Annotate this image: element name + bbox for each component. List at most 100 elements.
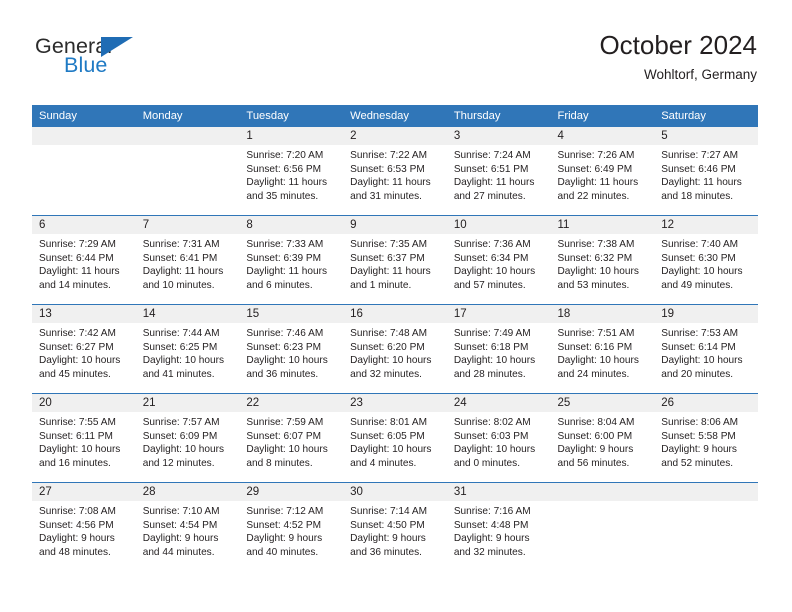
daylight-duration-line1: Daylight: 10 hours: [350, 355, 432, 367]
daylight-duration-line2: and 40 minutes.: [246, 546, 319, 558]
sunrise-time: Sunrise: 7:16 AM: [453, 506, 531, 517]
daylight-duration-line2: and 18 minutes.: [661, 190, 734, 202]
sunset-time: Sunset: 6:39 PM: [246, 252, 322, 264]
calendar-day-cell[interactable]: 4 Sunrise: 7:26 AM Sunset: 6:49 PM Daylight…: [550, 127, 655, 216]
day-cell-inner: [32, 127, 136, 215]
calendar-day-cell[interactable]: 23 Sunrise: 8:01 AM Sunset: 6:05 PM Dayligh…: [343, 393, 447, 483]
weekday-header-tuesday: Tuesday: [239, 105, 344, 127]
daylight-duration-line2: and 36 minutes.: [246, 368, 319, 380]
day-details: Sunrise: 7:35 AM Sunset: 6:37 PM Daylight:…: [343, 234, 447, 292]
calendar-day-cell[interactable]: 13 Sunrise: 7:42 AM Sunset: 6:27 PM Dayligh…: [32, 304, 136, 394]
day-details: Sunrise: 7:31 AM Sunset: 6:41 PM Daylight:…: [136, 234, 240, 292]
calendar-day-cell[interactable]: 17 Sunrise: 7:49 AM Sunset: 6:18 PM Dayligh…: [446, 304, 551, 394]
calendar-page: General Blue October 2024 Wohltorf, Germ…: [0, 0, 792, 612]
sunset-time: Sunset: 6:09 PM: [142, 430, 218, 442]
calendar-day-cell[interactable]: 10 Sunrise: 7:36 AM Sunset: 6:34 PM Dayligh…: [446, 215, 551, 305]
calendar-day-cell[interactable]: 1 Sunrise: 7:20 AM Sunset: 6:56 PM Daylight…: [239, 127, 344, 216]
sunset-time: Sunset: 6:51 PM: [453, 163, 529, 175]
daylight-duration-line2: and 45 minutes.: [39, 368, 111, 380]
calendar-day-cell[interactable]: 31 Sunrise: 7:16 AM Sunset: 4:48 PM Dayligh…: [446, 482, 551, 571]
calendar-day-cell[interactable]: 8 Sunrise: 7:33 AM Sunset: 6:39 PM Daylight…: [239, 215, 344, 305]
daylight-duration-line1: Daylight: 11 hours: [350, 266, 431, 278]
day-number: 13: [32, 305, 136, 323]
calendar-day-cell[interactable]: 11 Sunrise: 7:38 AM Sunset: 6:32 PM Dayligh…: [550, 215, 655, 305]
calendar-day-cell[interactable]: 6 Sunrise: 7:29 AM Sunset: 6:44 PM Daylight…: [32, 215, 136, 305]
general-blue-logo[interactable]: General Blue: [35, 35, 235, 92]
calendar-day-cell[interactable]: 28 Sunrise: 7:10 AM Sunset: 4:54 PM Dayligh…: [135, 482, 240, 571]
calendar-day-cell[interactable]: 14 Sunrise: 7:44 AM Sunset: 6:25 PM Dayligh…: [135, 304, 240, 394]
day-cell-inner: 15 Sunrise: 7:46 AM Sunset: 6:23 PM Dayligh…: [239, 305, 344, 393]
calendar-day-cell[interactable]: 30 Sunrise: 7:14 AM Sunset: 4:50 PM Dayligh…: [343, 482, 447, 571]
day-number: 5: [654, 127, 758, 145]
calendar-day-cell[interactable]: 9 Sunrise: 7:35 AM Sunset: 6:37 PM Daylight…: [343, 215, 447, 305]
calendar-day-cell[interactable]: 19 Sunrise: 7:53 AM Sunset: 6:14 PM Dayligh…: [654, 304, 758, 394]
day-details: Sunrise: 7:55 AM Sunset: 6:11 PM Daylight:…: [32, 412, 136, 470]
sunset-time: Sunset: 6:00 PM: [557, 430, 633, 442]
daylight-duration-line1: Daylight: 11 hours: [246, 177, 328, 189]
calendar-day-cell[interactable]: 12 Sunrise: 7:40 AM Sunset: 6:30 PM Dayligh…: [654, 215, 758, 305]
calendar-day-cell[interactable]: 29 Sunrise: 7:12 AM Sunset: 4:52 PM Dayligh…: [239, 482, 344, 571]
calendar-day-cell[interactable]: 26 Sunrise: 8:06 AM Sunset: 5:58 PM Dayligh…: [654, 393, 758, 483]
sunrise-time: Sunrise: 7:49 AM: [453, 328, 531, 339]
calendar-day-cell[interactable]: 3 Sunrise: 7:24 AM Sunset: 6:51 PM Daylight…: [446, 127, 551, 216]
calendar-week-row: 1 Sunrise: 7:20 AM Sunset: 6:56 PM Daylight…: [32, 127, 758, 216]
daylight-duration-line1: Daylight: 9 hours: [246, 533, 323, 545]
daylight-duration-line2: and 32 minutes.: [453, 546, 526, 558]
day-details: Sunrise: 7:48 AM Sunset: 6:20 PM Daylight:…: [343, 323, 447, 381]
daylight-duration-line1: Daylight: 10 hours: [350, 444, 432, 456]
sunset-time: Sunset: 6:07 PM: [246, 430, 322, 442]
day-number: 11: [550, 216, 655, 234]
weekday-header-wednesday: Wednesday: [343, 105, 447, 127]
daylight-duration-line1: Daylight: 11 hours: [39, 266, 120, 278]
day-cell-inner: [135, 127, 240, 215]
calendar-day-cell[interactable]: 2 Sunrise: 7:22 AM Sunset: 6:53 PM Daylight…: [343, 127, 447, 216]
day-details: Sunrise: 7:53 AM Sunset: 6:14 PM Daylight:…: [654, 323, 758, 381]
calendar-day-cell[interactable]: 15 Sunrise: 7:46 AM Sunset: 6:23 PM Dayligh…: [239, 304, 344, 394]
day-cell-inner: 21 Sunrise: 7:57 AM Sunset: 6:09 PM Dayligh…: [135, 394, 240, 482]
sunset-time: Sunset: 6:18 PM: [453, 341, 529, 353]
day-details: Sunrise: 8:06 AM Sunset: 5:58 PM Daylight:…: [654, 412, 758, 470]
day-cell-inner: 27 Sunrise: 7:08 AM Sunset: 4:56 PM Dayligh…: [32, 483, 136, 571]
calendar-day-cell[interactable]: 21 Sunrise: 7:57 AM Sunset: 6:09 PM Dayligh…: [135, 393, 240, 483]
calendar-day-cell[interactable]: 25 Sunrise: 8:04 AM Sunset: 6:00 PM Dayligh…: [550, 393, 655, 483]
calendar-day-cell[interactable]: 5 Sunrise: 7:27 AM Sunset: 6:46 PM Daylight…: [654, 127, 758, 216]
day-number: 7: [135, 216, 240, 234]
day-number: 24: [446, 394, 551, 412]
calendar-day-cell[interactable]: 20 Sunrise: 7:55 AM Sunset: 6:11 PM Dayligh…: [32, 393, 136, 483]
day-number: [32, 127, 136, 145]
day-details: Sunrise: 7:22 AM Sunset: 6:53 PM Daylight:…: [343, 145, 447, 203]
daylight-duration-line2: and 35 minutes.: [246, 190, 319, 202]
daylight-duration-line1: Daylight: 9 hours: [557, 444, 634, 456]
calendar-day-cell[interactable]: 18 Sunrise: 7:51 AM Sunset: 6:16 PM Dayligh…: [550, 304, 655, 394]
day-details: Sunrise: 7:59 AM Sunset: 6:07 PM Daylight:…: [239, 412, 343, 470]
day-number: 1: [239, 127, 344, 145]
daylight-duration-line1: Daylight: 11 hours: [246, 266, 328, 278]
day-number: 30: [343, 483, 447, 501]
calendar-day-cell[interactable]: 7 Sunrise: 7:31 AM Sunset: 6:41 PM Daylight…: [135, 215, 240, 305]
calendar-day-cell[interactable]: 24 Sunrise: 8:02 AM Sunset: 6:03 PM Dayligh…: [446, 393, 551, 483]
day-cell-inner: 22 Sunrise: 7:59 AM Sunset: 6:07 PM Dayligh…: [239, 394, 344, 482]
sunrise-time: Sunrise: 8:01 AM: [350, 417, 427, 428]
day-number: [654, 483, 758, 501]
day-number: 26: [654, 394, 758, 412]
day-number: [550, 483, 655, 501]
day-cell-inner: 5 Sunrise: 7:27 AM Sunset: 6:46 PM Daylight…: [654, 127, 758, 215]
sunset-time: Sunset: 4:52 PM: [246, 519, 322, 531]
day-details: [32, 145, 136, 149]
daylight-duration-line2: and 16 minutes.: [39, 457, 111, 469]
sunset-time: Sunset: 6:11 PM: [39, 430, 113, 442]
day-details: Sunrise: 8:01 AM Sunset: 6:05 PM Daylight:…: [343, 412, 447, 470]
calendar-day-cell[interactable]: 22 Sunrise: 7:59 AM Sunset: 6:07 PM Dayligh…: [239, 393, 344, 483]
calendar-day-cell-empty: [550, 482, 655, 571]
calendar-day-cell[interactable]: 16 Sunrise: 7:48 AM Sunset: 6:20 PM Dayligh…: [343, 304, 447, 394]
day-cell-inner: 3 Sunrise: 7:24 AM Sunset: 6:51 PM Daylight…: [446, 127, 551, 215]
page-header: General Blue October 2024 Wohltorf, Germ…: [35, 30, 757, 98]
daylight-duration-line1: Daylight: 9 hours: [661, 444, 737, 456]
day-cell-inner: 12 Sunrise: 7:40 AM Sunset: 6:30 PM Dayligh…: [654, 216, 758, 304]
daylight-duration-line1: Daylight: 10 hours: [39, 355, 121, 367]
daylight-duration-line1: Daylight: 9 hours: [142, 533, 219, 545]
sunrise-sunset-calendar: Sunday Monday Tuesday Wednesday Thursday…: [32, 105, 758, 571]
calendar-day-cell[interactable]: 27 Sunrise: 7:08 AM Sunset: 4:56 PM Dayligh…: [32, 482, 136, 571]
day-details: Sunrise: 8:04 AM Sunset: 6:00 PM Daylight:…: [551, 412, 655, 470]
sunset-time: Sunset: 4:54 PM: [142, 519, 218, 531]
